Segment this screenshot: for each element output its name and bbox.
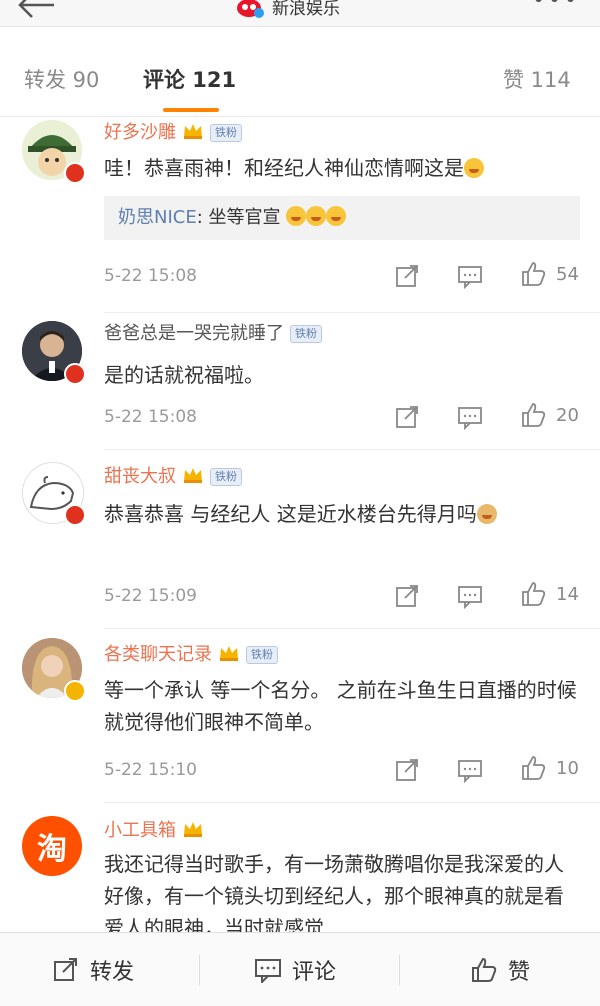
comment-text: 恭喜恭喜 与经纪人 这是近水楼台先得月吗 bbox=[104, 498, 578, 530]
like-count: 14 bbox=[556, 584, 579, 605]
vip-crown-icon bbox=[184, 468, 202, 483]
comment-username[interactable]: 小工具箱 bbox=[104, 816, 204, 842]
like-button[interactable]: 赞 bbox=[470, 933, 530, 1006]
like-thumb-icon[interactable] bbox=[520, 755, 546, 781]
comment-timestamp: 5-22 15:10 bbox=[104, 760, 197, 780]
comment-username[interactable]: 各类聊天记录 铁粉 bbox=[104, 640, 278, 666]
vip-crown-icon bbox=[220, 646, 238, 661]
divider bbox=[104, 312, 600, 313]
back-arrow-icon[interactable] bbox=[14, 0, 58, 22]
comment-timestamp: 5-22 15:08 bbox=[104, 266, 197, 286]
sina-entertainment-logo-icon bbox=[237, 0, 264, 18]
share-icon[interactable] bbox=[394, 263, 420, 289]
share-icon[interactable] bbox=[394, 757, 420, 783]
avatar-taobao-text: 淘 bbox=[37, 832, 67, 867]
reply-comment-icon[interactable] bbox=[457, 404, 483, 430]
header-title: 新浪娱乐 bbox=[272, 0, 340, 19]
like-count: 10 bbox=[556, 758, 579, 779]
reply-comment-icon[interactable] bbox=[457, 263, 483, 289]
comment-timestamp: 5-22 15:09 bbox=[104, 586, 197, 606]
like-count: 20 bbox=[556, 405, 579, 426]
like-thumb-icon[interactable] bbox=[520, 261, 546, 287]
like-thumb-icon[interactable] bbox=[520, 581, 546, 607]
divider bbox=[199, 955, 200, 985]
reply-comment-icon[interactable] bbox=[457, 583, 483, 609]
crying-emoji-icon bbox=[306, 206, 327, 226]
vip-crown-icon bbox=[184, 124, 202, 139]
share-icon[interactable] bbox=[394, 404, 420, 430]
divider bbox=[104, 628, 600, 629]
fan-badge: 铁粉 bbox=[290, 325, 322, 343]
bottom-action-bar: 转发 评论 赞 bbox=[0, 932, 600, 1006]
comment-timestamp: 5-22 15:08 bbox=[104, 407, 197, 427]
verified-badge-icon bbox=[64, 363, 86, 385]
comment-icon bbox=[255, 958, 281, 983]
like-thumb-icon[interactable] bbox=[520, 402, 546, 428]
comment-username[interactable]: 甜丧大叔 铁粉 bbox=[104, 462, 242, 488]
active-tab-indicator bbox=[163, 108, 219, 112]
tab-repost[interactable]: 转发 90 bbox=[24, 64, 99, 94]
divider bbox=[399, 955, 400, 985]
verified-badge-icon bbox=[64, 504, 86, 526]
vip-crown-icon bbox=[184, 822, 202, 837]
comment-username[interactable]: 爸爸总是一哭完就睡了 铁粉 bbox=[104, 319, 322, 345]
comment-text: 是的话就祝福啦。 bbox=[104, 363, 264, 387]
verified-badge-icon bbox=[64, 162, 86, 184]
avatar[interactable]: 淘 bbox=[22, 816, 82, 876]
share-icon[interactable] bbox=[394, 583, 420, 609]
comment-text: 等一个承认 等一个名分。 之前在斗鱼生日直播的时候 就觉得他们眼神不简单。 bbox=[104, 678, 577, 734]
fan-badge: 铁粉 bbox=[210, 468, 242, 486]
reply-preview[interactable]: 奶思NICE: 坐等官宣 bbox=[104, 196, 580, 240]
like-icon bbox=[472, 957, 497, 982]
comment-button[interactable]: 评论 bbox=[254, 933, 336, 1006]
header-title-group: 新浪娱乐 bbox=[236, 0, 340, 19]
comment-text: 哇！恭喜雨神！和经纪人神仙恋情啊这是 bbox=[104, 152, 578, 184]
repost-button[interactable]: 转发 bbox=[52, 933, 134, 1006]
reply-comment-icon[interactable] bbox=[457, 757, 483, 783]
fan-badge: 铁粉 bbox=[246, 646, 278, 664]
like-count: 54 bbox=[556, 264, 579, 285]
tab-likes[interactable]: 赞 114 bbox=[503, 64, 571, 94]
more-options-icon[interactable]: ••• bbox=[532, 0, 580, 13]
divider bbox=[104, 802, 600, 803]
repost-icon bbox=[54, 957, 77, 981]
tab-comments[interactable]: 评论 121 bbox=[143, 64, 236, 94]
crying-emoji-icon bbox=[326, 206, 347, 226]
top-bar: 新浪娱乐 ••• bbox=[0, 0, 600, 27]
reply-text: : 坐等官宣 bbox=[196, 207, 281, 228]
doge-emoji-icon bbox=[476, 504, 497, 524]
divider bbox=[104, 449, 600, 450]
fan-badge: 铁粉 bbox=[210, 124, 242, 142]
crying-emoji-icon bbox=[464, 158, 484, 178]
reply-username[interactable]: 奶思NICE bbox=[118, 207, 197, 228]
crying-emoji-icon bbox=[286, 206, 307, 226]
tab-bar: 转发 90 评论 121 赞 114 bbox=[0, 42, 600, 117]
comment-username[interactable]: 好多沙雕 铁粉 bbox=[104, 118, 242, 144]
comment-text: 我还记得当时歌手，有一场萧敬腾唱你是我深爱的人好像，有一个镜头切到经纪人，那个眼… bbox=[104, 852, 564, 932]
verified-badge-icon bbox=[64, 680, 86, 702]
